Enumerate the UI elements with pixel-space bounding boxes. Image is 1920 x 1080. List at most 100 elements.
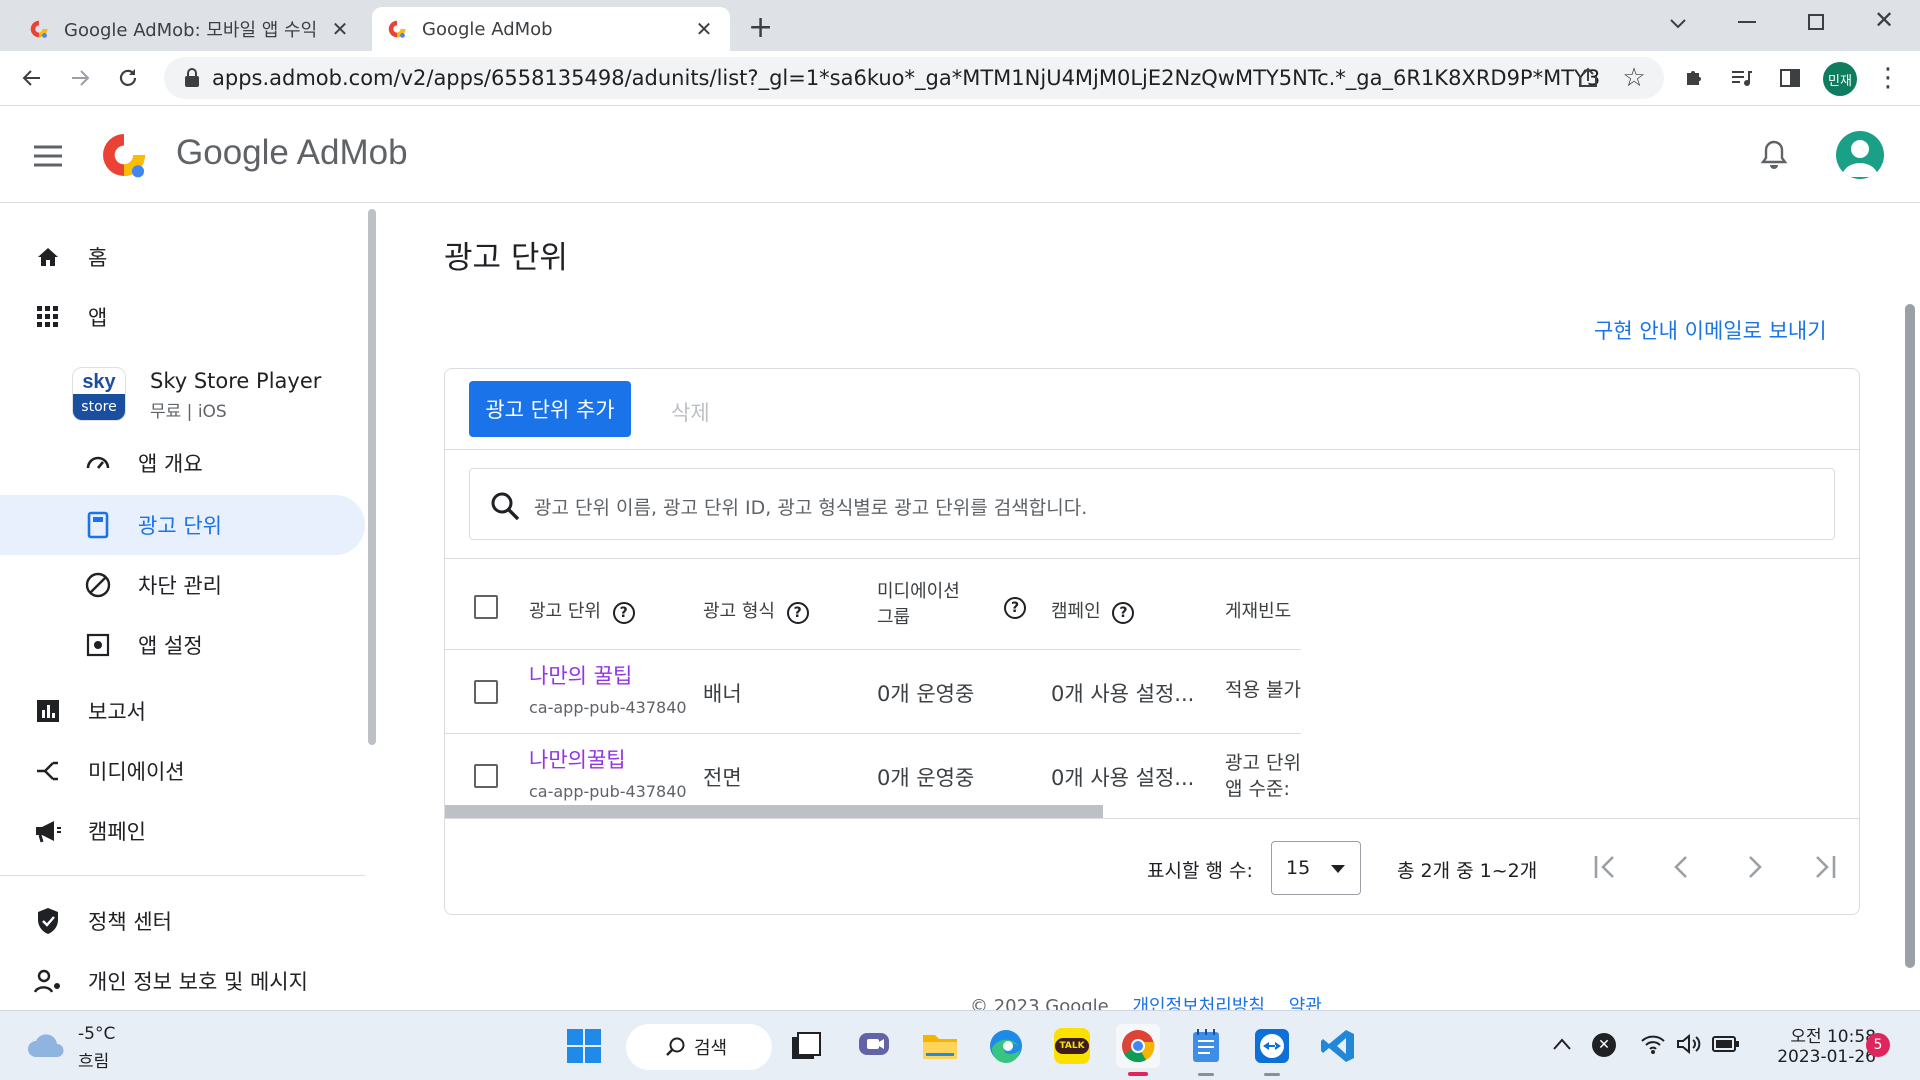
ad-unit-name-link[interactable]: 나만의꿀팁 xyxy=(529,744,626,774)
running-app-indicator xyxy=(1264,1073,1280,1076)
nav-campaigns[interactable]: 캠페인 xyxy=(0,801,365,861)
nav-privacy[interactable]: 개인 정보 보호 및 메시지 xyxy=(0,951,365,1011)
tab-search-chevron-down-icon[interactable] xyxy=(1668,14,1688,34)
browser-tab[interactable]: Google AdMob: 모바일 앱 수익 ✕ xyxy=(14,7,366,51)
nav-home[interactable]: 홈 xyxy=(0,227,365,287)
side-panel-icon[interactable] xyxy=(1770,58,1810,98)
close-tab-icon[interactable]: ✕ xyxy=(328,17,352,41)
show-hidden-icons-chevron-up-icon[interactable] xyxy=(1552,1037,1572,1051)
battery-icon[interactable] xyxy=(1712,1035,1740,1053)
previous-page-icon[interactable] xyxy=(1669,854,1695,880)
add-ad-unit-button[interactable]: 광고 단위 추가 xyxy=(469,381,631,437)
column-header-mediation[interactable]: 미디에이션 그룹 xyxy=(877,579,960,631)
clock-time[interactable]: 오전 10:58 xyxy=(1770,1022,1876,1047)
nav-blocking[interactable]: 차단 관리 xyxy=(0,555,365,615)
task-view-icon[interactable] xyxy=(784,1024,828,1068)
chrome-menu-icon[interactable]: ⋮ xyxy=(1868,58,1908,98)
email-instructions-link[interactable]: 구현 안내 이메일로 보내기 xyxy=(1594,315,1827,345)
vscode-icon[interactable] xyxy=(1316,1024,1360,1068)
column-header-format[interactable]: 광고 형식 ? xyxy=(703,597,809,624)
first-page-icon[interactable] xyxy=(1593,854,1619,880)
hamburger-menu-icon[interactable] xyxy=(32,145,64,167)
ad-unit-name-link[interactable]: 나만의 꿀팁 xyxy=(529,660,632,690)
nav-policy-center[interactable]: 정책 센터 xyxy=(0,891,365,951)
minimize-window-icon[interactable] xyxy=(1738,21,1756,23)
tab-title: Google AdMob: 모바일 앱 수익 xyxy=(64,20,318,41)
close-window-icon[interactable]: ✕ xyxy=(1874,6,1894,34)
edge-browser-icon[interactable] xyxy=(984,1024,1028,1068)
taskbar-search-box[interactable]: 검색 xyxy=(626,1024,772,1070)
logo-top-text: sky xyxy=(82,371,116,393)
media-control-icon[interactable] xyxy=(1721,58,1761,98)
restore-window-icon[interactable] xyxy=(1808,14,1824,30)
column-header-campaign[interactable]: 캠페인 ? xyxy=(1051,597,1135,624)
last-page-icon[interactable] xyxy=(1811,854,1837,880)
share-icon[interactable] xyxy=(1568,58,1608,98)
home-icon xyxy=(34,243,62,271)
extensions-puzzle-icon[interactable] xyxy=(1675,58,1715,98)
column-header-ad-unit[interactable]: 광고 단위 ? xyxy=(529,597,635,624)
help-icon[interactable]: ? xyxy=(1004,597,1026,619)
chrome-app-icon[interactable] xyxy=(1116,1024,1160,1076)
url-text: apps.admob.com/v2/apps/6558135498/adunit… xyxy=(212,66,1602,90)
table-horizontal-scrollbar[interactable] xyxy=(445,805,1103,818)
app-meta: 무료 | iOS xyxy=(150,402,227,422)
new-tab-icon[interactable]: + xyxy=(748,10,773,45)
profile-avatar[interactable]: 민재 xyxy=(1823,62,1857,96)
frequency-cap-line1: 적용 불가 xyxy=(1225,679,1301,701)
browser-tab-active[interactable]: Google AdMob ✕ xyxy=(372,7,730,51)
kakaotalk-bubble: TALK xyxy=(1055,1038,1089,1054)
app-entry[interactable]: sky store Sky Store Player 무료 | iOS xyxy=(0,353,365,425)
cloud-weather-icon xyxy=(28,1034,64,1057)
help-icon[interactable]: ? xyxy=(612,602,635,624)
app-name: Sky Store Player xyxy=(150,369,322,393)
column-header-frequency[interactable]: 게재빈도 xyxy=(1225,597,1291,623)
nav-apps[interactable]: 앱 xyxy=(0,287,365,347)
account-avatar[interactable] xyxy=(1836,131,1884,179)
kakaotalk-icon[interactable]: TALK xyxy=(1050,1024,1094,1068)
forward-arrow-icon[interactable] xyxy=(60,58,100,98)
file-explorer-icon[interactable] xyxy=(918,1024,962,1068)
table-row[interactable]: 나만의 꿀팁 ca-app-pub-437840 배너 0개 운영중 0개 사용… xyxy=(445,650,1301,734)
clock-date[interactable]: 2023-01-26 xyxy=(1760,1047,1876,1067)
notifications-bell-icon[interactable] xyxy=(1760,139,1788,171)
reload-icon[interactable] xyxy=(108,58,148,98)
ad-unit-icon xyxy=(84,511,112,539)
sidebar-scrollbar[interactable] xyxy=(368,209,376,745)
search-box[interactable]: 광고 단위 이름, 광고 단위 ID, 광고 형식별로 광고 단위를 검색합니다… xyxy=(469,468,1835,540)
admob-logo-icon xyxy=(103,134,145,178)
next-page-icon[interactable] xyxy=(1741,854,1767,880)
rows-per-page-select[interactable]: 15 xyxy=(1271,841,1361,895)
nav-ad-units[interactable]: 광고 단위 xyxy=(0,495,365,555)
ad-unit-id: ca-app-pub-437840 xyxy=(529,698,687,717)
row-checkbox[interactable] xyxy=(474,680,498,704)
select-all-checkbox[interactable] xyxy=(474,595,498,619)
row-checkbox[interactable] xyxy=(474,764,498,788)
teams-chat-icon[interactable] xyxy=(852,1024,896,1068)
address-bar[interactable]: apps.admob.com/v2/apps/6558135498/adunit… xyxy=(164,57,1664,99)
notification-badge[interactable]: 5 xyxy=(1866,1033,1890,1057)
nav-reports[interactable]: 보고서 xyxy=(0,681,365,741)
nav-app-overview[interactable]: 앱 개요 xyxy=(0,433,365,493)
nav-reports-label: 보고서 xyxy=(88,700,146,724)
page-scrollbar[interactable] xyxy=(1905,304,1915,968)
nav-app-settings[interactable]: 앱 설정 xyxy=(0,615,365,675)
volume-icon[interactable] xyxy=(1676,1033,1702,1055)
logo-bottom-text: store xyxy=(73,394,125,420)
delete-button[interactable]: 삭제 xyxy=(671,397,710,427)
windows-start-icon[interactable] xyxy=(562,1024,606,1068)
brand-name: Google AdMob xyxy=(176,133,408,172)
notepad-icon[interactable] xyxy=(1184,1024,1228,1076)
nav-mediation[interactable]: 미디에이션 xyxy=(0,741,365,801)
wifi-icon[interactable] xyxy=(1640,1033,1666,1055)
help-icon[interactable]: ? xyxy=(1112,602,1135,624)
campaign-count: 0개 사용 설정... xyxy=(1051,766,1195,790)
back-arrow-icon[interactable] xyxy=(12,58,52,98)
help-icon[interactable]: ? xyxy=(786,602,809,624)
nav-apps-label: 앱 xyxy=(88,306,108,330)
bookmark-star-icon[interactable]: ☆ xyxy=(1614,58,1654,98)
close-tab-icon[interactable]: ✕ xyxy=(692,17,716,41)
tray-app-x-icon[interactable]: ✕ xyxy=(1592,1033,1616,1057)
teamviewer-icon[interactable] xyxy=(1250,1024,1294,1076)
table-bottom-divider xyxy=(445,818,1859,819)
